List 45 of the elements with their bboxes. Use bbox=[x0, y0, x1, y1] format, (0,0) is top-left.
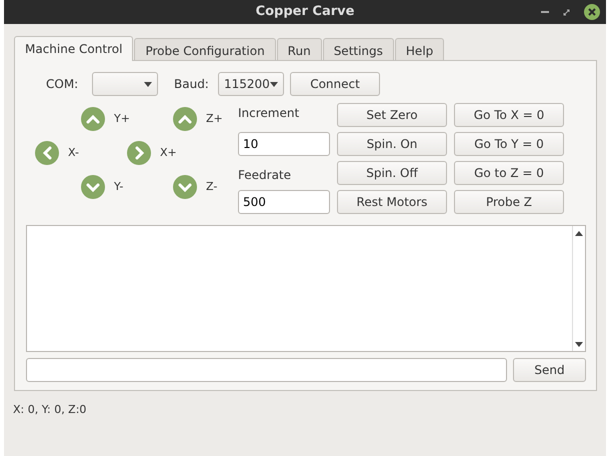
jog-button[interactable] bbox=[81, 107, 105, 131]
axis-label: Y+ bbox=[113, 110, 127, 127]
axis-label: Z+ bbox=[205, 110, 224, 127]
action-button[interactable]: Rest Motors bbox=[337, 190, 447, 214]
connect-button[interactable]: Connect bbox=[290, 72, 380, 96]
scroll-up-icon[interactable] bbox=[575, 231, 583, 236]
tab[interactable]: Settings bbox=[322, 38, 394, 60]
status-text: X: 0, Y: 0, Z:0 bbox=[13, 402, 88, 418]
action-button[interactable]: Spin. On bbox=[337, 132, 447, 156]
send-button[interactable]: Send bbox=[513, 358, 586, 382]
axis-label: X- bbox=[67, 144, 80, 161]
axis-label: X+ bbox=[159, 144, 173, 161]
increment-field[interactable]: 10 bbox=[238, 132, 330, 156]
action-button[interactable]: Go To Y = 0 bbox=[454, 132, 564, 156]
baud-dropdown[interactable]: 115200 bbox=[218, 72, 284, 96]
tab[interactable]: Probe Configuration bbox=[134, 38, 276, 60]
scrollbar[interactable] bbox=[572, 226, 585, 351]
baud-label: Baud: bbox=[174, 76, 210, 93]
maximize-icon[interactable] bbox=[563, 8, 570, 16]
com-label: COM: bbox=[46, 76, 80, 93]
action-button[interactable]: Probe Z bbox=[454, 190, 564, 214]
action-button[interactable]: Go to Z = 0 bbox=[454, 161, 564, 185]
axis-label: Z- bbox=[205, 178, 218, 195]
caret-icon bbox=[270, 82, 278, 86]
command-field[interactable] bbox=[26, 358, 507, 382]
feedrate-label: Feedrate bbox=[238, 167, 292, 184]
window-title: Copper Carve bbox=[256, 3, 354, 22]
axis-label: Y- bbox=[113, 178, 124, 195]
caret-icon bbox=[144, 82, 152, 86]
jog-button[interactable] bbox=[81, 175, 105, 199]
tab[interactable]: Run bbox=[276, 38, 322, 60]
action-button[interactable]: Go To X = 0 bbox=[454, 103, 564, 127]
jog-button[interactable] bbox=[173, 175, 197, 199]
feedrate-field[interactable]: 500 bbox=[238, 190, 330, 214]
jog-button[interactable] bbox=[127, 141, 151, 165]
com-dropdown[interactable] bbox=[92, 72, 158, 96]
close-icon[interactable] bbox=[584, 4, 600, 20]
increment-label: Increment bbox=[238, 105, 300, 122]
action-button[interactable]: Spin. Off bbox=[337, 161, 447, 185]
tab[interactable]: Help bbox=[394, 38, 444, 60]
jog-button[interactable] bbox=[173, 107, 197, 131]
tab[interactable]: Machine Control bbox=[14, 36, 134, 61]
action-button[interactable]: Set Zero bbox=[337, 103, 447, 127]
scroll-down-icon[interactable] bbox=[575, 342, 583, 347]
jog-button[interactable] bbox=[35, 141, 59, 165]
